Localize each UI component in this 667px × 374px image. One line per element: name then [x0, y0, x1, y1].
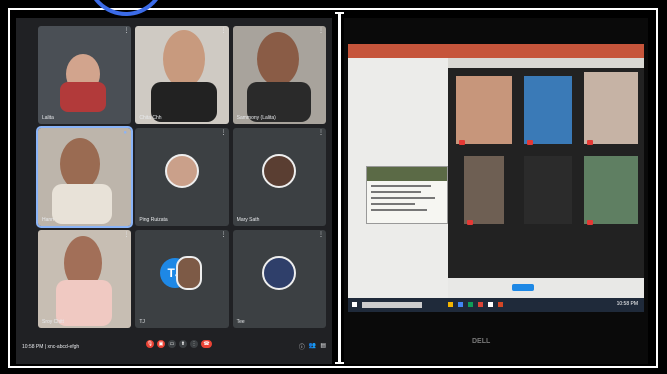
- participant-name: Sroy Chitt: [42, 319, 64, 325]
- participant-name: Ping Ruizata: [139, 217, 168, 223]
- slide-line: [371, 191, 421, 193]
- slides-panel: [348, 58, 448, 298]
- participant-tile-active[interactable]: ● Hann: [35, 126, 134, 228]
- search-icon[interactable]: [362, 302, 422, 308]
- participant-tile[interactable]: ⋮ Tee: [232, 230, 326, 328]
- mic-off-icon: [459, 140, 465, 145]
- video-tile: [524, 76, 572, 144]
- app-icon[interactable]: [448, 302, 453, 307]
- end-call-button[interactable]: [512, 284, 534, 291]
- avatar: [176, 256, 203, 291]
- slide-line: [371, 203, 415, 205]
- participant-name: Tee: [236, 319, 245, 325]
- camera-button[interactable]: ▣: [157, 340, 165, 348]
- participant-video: [163, 30, 206, 88]
- mic-off-icon: ⋮: [220, 28, 227, 34]
- video-tile: [584, 156, 638, 224]
- participant-video: [60, 82, 106, 112]
- laptop-brand-logo: DELL: [472, 338, 491, 345]
- participant-name: TJ: [139, 319, 145, 325]
- meeting-time: 10:58 PM: [22, 344, 44, 350]
- laptop-photo: 10:58 PM DELL: [344, 18, 648, 364]
- mic-off-icon: ⋮: [318, 28, 324, 34]
- mic-off-icon: [527, 140, 533, 145]
- powerpoint-titlebar: [348, 44, 644, 58]
- participant-name: Chita Chh: [139, 115, 162, 121]
- end-call-button[interactable]: ☎: [201, 340, 212, 348]
- info-icon[interactable]: ⓘ: [299, 342, 305, 351]
- mic-off-icon: ⋮: [220, 130, 227, 136]
- divider-line: [335, 12, 344, 364]
- avatar: [262, 256, 297, 291]
- slide-thumbnail[interactable]: [366, 166, 448, 224]
- mic-off-icon: [467, 220, 473, 225]
- participant-tile[interactable]: ⋮ Ping Ruizata: [135, 128, 229, 226]
- mic-off-icon: [587, 220, 593, 225]
- app-icon[interactable]: [458, 302, 463, 307]
- participant-video: [52, 184, 112, 224]
- video-tile: [464, 156, 504, 224]
- meeting-time-and-code: 10:58 PM | xnc-abcd-efgh: [22, 344, 80, 350]
- video-tile: [456, 76, 512, 144]
- call-controls: 🎙 ▣ ▭ ⬆ ⋮ ☎: [146, 340, 212, 348]
- meet-window: ⋮ Lalita ⋮ Chita Chh ⋮ Sammony (Lalita) …: [16, 18, 332, 364]
- slide-line: [371, 197, 435, 199]
- mic-off-icon: ⋮: [318, 232, 324, 238]
- avatar: [164, 154, 199, 189]
- app-icon[interactable]: [498, 302, 503, 307]
- slide-line: [371, 209, 427, 211]
- video-tile: [524, 156, 572, 224]
- participant-tile[interactable]: ⋮ Sammony (Lalita): [232, 26, 326, 124]
- participant-tile[interactable]: ⋮ Chita Chh: [135, 26, 229, 124]
- app-icon[interactable]: [468, 302, 473, 307]
- participant-tile[interactable]: TJ ⋮ TJ: [135, 230, 229, 328]
- captions-button[interactable]: ▭: [168, 340, 176, 348]
- mic-off-icon: [587, 140, 593, 145]
- windows-taskbar: 10:58 PM: [348, 298, 644, 312]
- mic-off-icon: ⋮: [220, 232, 227, 238]
- start-icon[interactable]: [352, 302, 357, 307]
- mic-button[interactable]: 🎙: [146, 340, 154, 348]
- meeting-code: xnc-abcd-efgh: [47, 344, 80, 350]
- present-button[interactable]: ⬆: [179, 340, 187, 348]
- taskbar-clock: 10:58 PM: [616, 301, 638, 307]
- participant-tile[interactable]: ⋮ Lalita: [38, 26, 132, 124]
- participant-video: [256, 32, 299, 86]
- app-icon[interactable]: [488, 302, 493, 307]
- people-icon[interactable]: 👥: [309, 342, 316, 351]
- slide-line: [371, 185, 431, 187]
- participant-grid: ⋮ Lalita ⋮ Chita Chh ⋮ Sammony (Lalita) …: [35, 26, 326, 328]
- app-icon[interactable]: [478, 302, 483, 307]
- mic-off-icon: ⋮: [123, 232, 130, 238]
- participant-name: Lalita: [42, 115, 54, 121]
- participant-name: Mary Sath: [236, 217, 260, 223]
- slide-header: [367, 167, 447, 181]
- meet-control-bar: 10:58 PM | xnc-abcd-efgh 🎙 ▣ ▭ ⬆ ⋮ ☎ ⓘ 👥…: [16, 334, 332, 364]
- participant-tile[interactable]: ⋮ Sroy Chitt: [38, 230, 132, 328]
- participant-name: Sammony (Lalita): [236, 115, 276, 121]
- chat-icon[interactable]: ▤: [320, 342, 326, 351]
- participant-tile[interactable]: ⋮ Mary Sath: [232, 128, 326, 226]
- participant-video: [56, 280, 112, 326]
- meet-control-bar-photo: [448, 278, 644, 298]
- video-tile: [584, 72, 638, 144]
- laptop-screen: 10:58 PM: [348, 44, 644, 312]
- avatar: [262, 154, 297, 189]
- mic-off-icon: ⋮: [318, 130, 324, 136]
- mic-on-icon: ●: [123, 130, 127, 136]
- participant-video: [60, 138, 100, 190]
- more-options-button[interactable]: ⋮: [190, 340, 198, 348]
- mic-off-icon: ⋮: [123, 28, 130, 34]
- participant-name: Hann: [42, 217, 54, 223]
- side-controls: ⓘ 👥 ▤: [299, 342, 326, 351]
- meet-window-photo: [448, 68, 644, 278]
